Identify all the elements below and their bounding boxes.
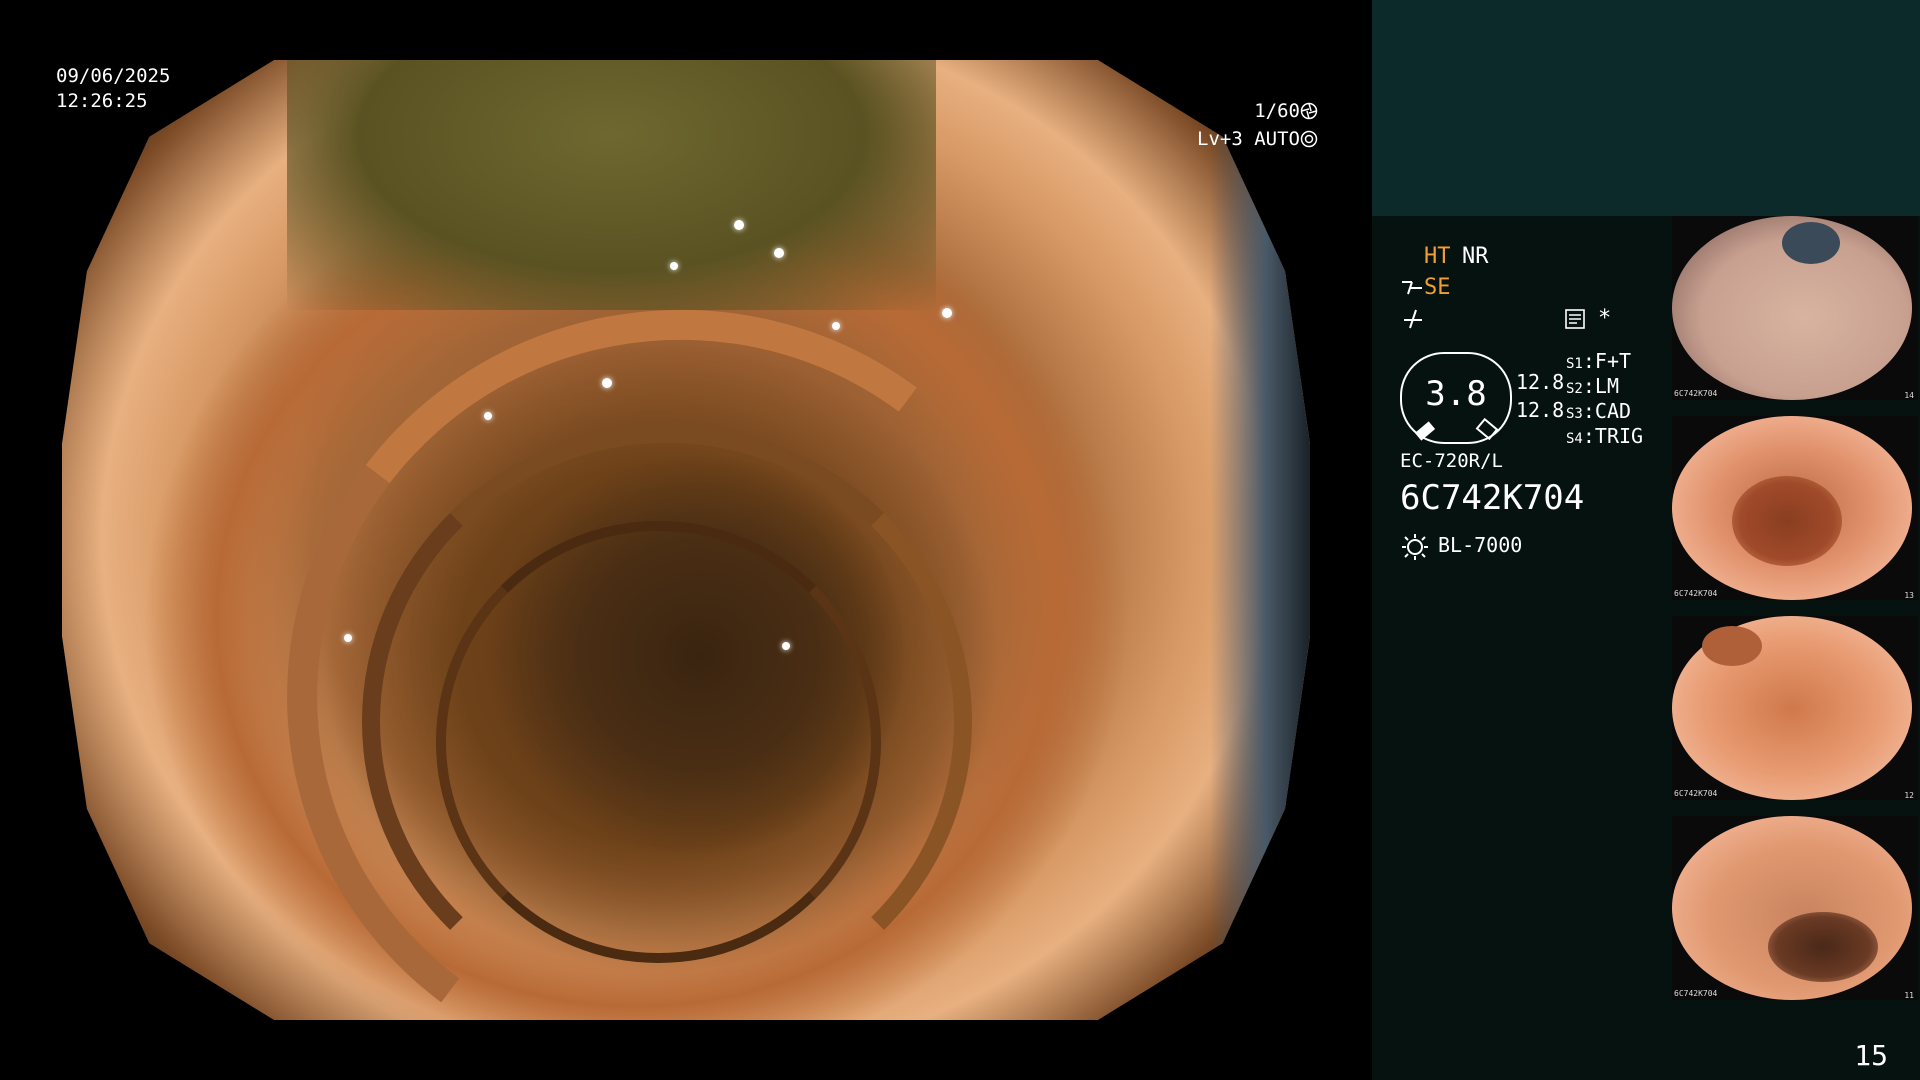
time-display: 12:26:25 [56,90,148,112]
auto-iris-icon [1300,130,1318,148]
light-source: BL-7000 [1438,533,1523,557]
thumbnail-number: 12 [1904,791,1914,800]
thumbnail-caption: 6C742K704 [1674,789,1718,798]
scope-model: EC-720R/L [1400,450,1503,472]
magnification-gauge: 3.8 [1400,352,1512,444]
capture-thumbnail[interactable]: 6C742K704 13 [1672,416,1918,600]
sharpen-icon [1404,309,1422,329]
brightness-level: Lv+3 AUTO [1197,128,1300,150]
thumbnail-caption: 6C742K704 [1674,589,1718,598]
switch-item: S1:F+T [1566,349,1632,373]
nr-indicator: NR [1462,244,1489,269]
scope-tip-icon [1402,281,1422,295]
sidebar-header-panel [1372,0,1920,216]
ht-indicator: HT [1424,244,1451,269]
thumbnail-number: 14 [1904,391,1914,400]
page-number: 15 [1854,1039,1888,1072]
thumbnail-caption: 6C742K704 [1674,389,1718,398]
se-indicator: SE [1424,275,1451,300]
gauge-value: 3.8 [1425,374,1487,414]
switch-item: S4:TRIG [1566,424,1644,448]
gauge-side-value-1: 12.8 [1516,370,1565,394]
thumbnail-number: 11 [1904,991,1914,1000]
gauge-side-value-2: 12.8 [1516,398,1565,422]
memo-icon [1565,309,1585,329]
switch-item: S3:CAD [1566,399,1632,423]
shutter-icon [1300,102,1318,120]
asterisk-indicator: * [1598,306,1612,331]
capture-thumbnail[interactable]: 6C742K704 12 [1672,616,1918,800]
thumbnail-number: 13 [1904,591,1914,600]
date-display: 09/06/2025 [56,65,171,87]
switch-item: S2:LM [1566,374,1619,398]
shutter-speed: 1/60 [1254,100,1300,122]
lamp-icon [1402,534,1428,560]
capture-thumbnail[interactable]: 6C742K704 11 [1672,816,1918,1000]
capture-thumbnail[interactable]: 6C742K704 14 [1672,216,1918,400]
thumbnail-caption: 6C742K704 [1674,989,1718,998]
endoscopy-image [62,60,1310,1020]
scope-serial: 6C742K704 [1400,478,1585,518]
endoscope-main-view: 09/06/2025 12:26:25 1/60 Lv+3 AUTO [0,0,1372,1080]
